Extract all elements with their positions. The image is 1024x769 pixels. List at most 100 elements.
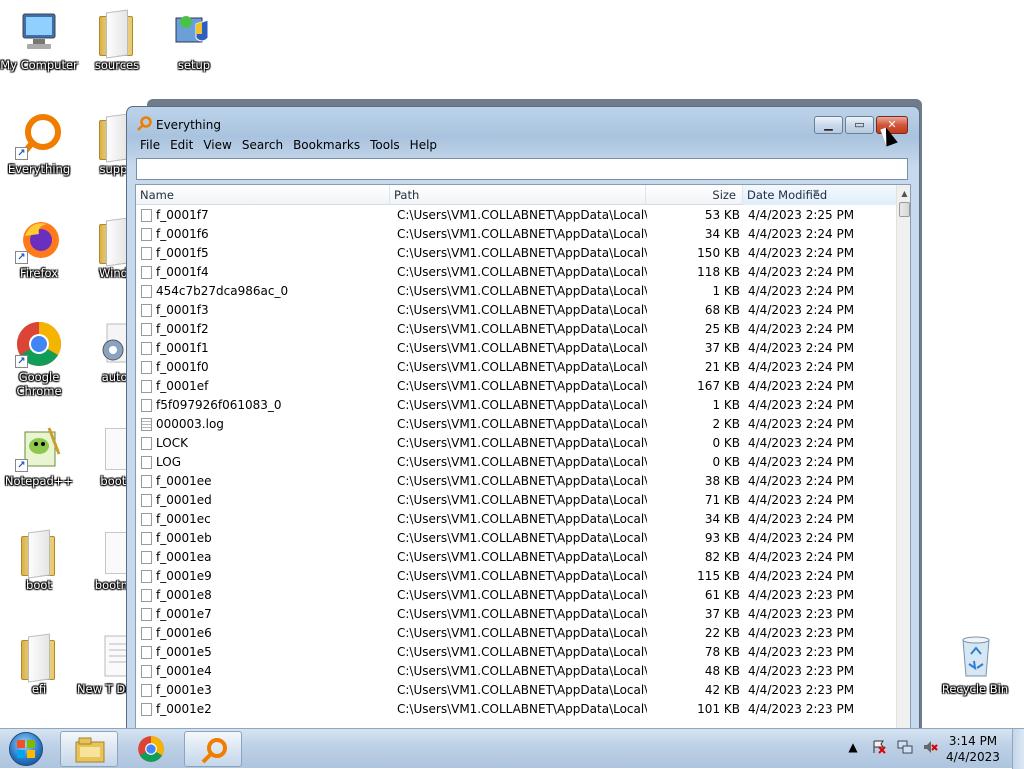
table-row[interactable]: f_0001ee C:\Users\VM1.COLLABNET\AppData\L… (136, 472, 896, 491)
table-row[interactable]: f_0001e4 C:\Users\VM1.COLLABNET\AppData\L… (136, 662, 896, 681)
minimize-button[interactable]: ▁ (814, 116, 843, 134)
setup-icon (170, 8, 218, 56)
folder-icon (15, 528, 63, 576)
row-size: 0 KB (712, 436, 740, 450)
scroll-up-icon[interactable]: ▲ (897, 185, 910, 202)
desktop-icon-label: setup (177, 58, 211, 72)
table-row[interactable]: 000003.log C:\Users\VM1.COLLABNET\AppData… (136, 415, 896, 434)
results-list[interactable]: Name Path Size Date Modified ▼ f_0001f7 C… (135, 184, 911, 731)
file-icon (141, 570, 152, 583)
start-button[interactable] (6, 731, 46, 767)
row-path: C:\Users\VM1.COLLABNET\AppData\Local\G..… (397, 512, 647, 526)
everything-window[interactable]: Everything ▁ ▭ ✕ File Edit View Search Bookm… (126, 106, 920, 731)
row-path: C:\Users\VM1.COLLABNET\AppData\Local\G..… (397, 360, 647, 374)
row-date-modified: 4/4/2023 2:24 PM (748, 531, 855, 545)
desktop-icon-notepadpp[interactable]: ↗ Notepad++ (0, 424, 81, 488)
table-row[interactable]: f_0001e9 C:\Users\VM1.COLLABNET\AppData\L… (136, 567, 896, 586)
row-path: C:\Users\VM1.COLLABNET\AppData\Local\G..… (397, 265, 647, 279)
desktop-icon-sources[interactable]: sources (75, 8, 159, 72)
taskbar-explorer-button[interactable] (60, 731, 118, 767)
desktop-icon-label: Firefox (19, 266, 59, 280)
desktop-icon-setup[interactable]: setup (152, 8, 236, 72)
menu-tools[interactable]: Tools (365, 136, 405, 154)
sort-descending-icon: ▼ (813, 188, 820, 197)
desktop-icon-recycle-bin[interactable]: Recycle Bin (933, 632, 1017, 696)
desktop-icon-efi[interactable]: efi (0, 632, 81, 696)
menu-view[interactable]: View (198, 136, 236, 154)
row-date-modified: 4/4/2023 2:24 PM (748, 379, 855, 393)
desktop-icon-my-computer[interactable]: My Computer (0, 8, 81, 72)
volume-muted-icon[interactable] (922, 739, 939, 755)
file-icon (141, 646, 152, 659)
taskbar-everything-button[interactable] (184, 731, 242, 767)
taskbar-clock[interactable]: 3:14 PM 4/4/2023 (940, 733, 1006, 765)
row-name: f_0001f5 (156, 246, 209, 260)
network-icon[interactable] (897, 739, 913, 755)
table-row[interactable]: f_0001f2 C:\Users\VM1.COLLABNET\AppData\L… (136, 320, 896, 339)
row-size: 1 KB (712, 284, 740, 298)
show-desktop-button[interactable] (1012, 729, 1024, 769)
row-size: 118 KB (697, 265, 740, 279)
row-name: f_0001ec (156, 512, 211, 526)
menu-search[interactable]: Search (237, 136, 288, 154)
taskbar-chrome-button[interactable] (122, 731, 180, 767)
row-date-modified: 4/4/2023 2:23 PM (748, 645, 855, 659)
chrome-icon (136, 735, 166, 763)
desktop-icon-boot[interactable]: boot (0, 528, 81, 592)
table-row[interactable]: 454c7b27dca986ac_0 C:\Users\VM1.COLLABNET… (136, 282, 896, 301)
action-center-icon[interactable] (871, 739, 887, 755)
maximize-button[interactable]: ▭ (845, 116, 874, 134)
table-row[interactable]: LOCK C:\Users\VM1.COLLABNET\AppData\Local… (136, 434, 896, 453)
row-date-modified: 4/4/2023 2:23 PM (748, 664, 855, 678)
table-row[interactable]: f_0001e5 C:\Users\VM1.COLLABNET\AppData\L… (136, 643, 896, 662)
notepadpp-icon: ↗ (15, 424, 63, 472)
vertical-scrollbar[interactable]: ▲ (896, 185, 910, 730)
scrollbar-thumb[interactable] (899, 202, 910, 217)
table-row[interactable]: f_0001f6 C:\Users\VM1.COLLABNET\AppData\L… (136, 225, 896, 244)
table-row[interactable]: f_0001ed C:\Users\VM1.COLLABNET\AppData\L… (136, 491, 896, 510)
column-header-size[interactable]: Size (646, 185, 743, 205)
table-row[interactable]: f_0001f7 C:\Users\VM1.COLLABNET\AppData\L… (136, 206, 896, 225)
table-row[interactable]: f_0001eb C:\Users\VM1.COLLABNET\AppData\L… (136, 529, 896, 548)
row-name: f_0001f4 (156, 265, 209, 279)
title-bar[interactable]: Everything ▁ ▭ ✕ (127, 107, 919, 137)
table-row[interactable]: f_0001f5 C:\Users\VM1.COLLABNET\AppData\L… (136, 244, 896, 263)
table-row[interactable]: f_0001e7 C:\Users\VM1.COLLABNET\AppData\L… (136, 605, 896, 624)
table-row[interactable]: f_0001e2 C:\Users\VM1.COLLABNET\AppData\L… (136, 700, 896, 719)
table-row[interactable]: f_0001ef C:\Users\VM1.COLLABNET\AppData\L… (136, 377, 896, 396)
table-row[interactable]: f_0001f3 C:\Users\VM1.COLLABNET\AppData\L… (136, 301, 896, 320)
desktop-icon-everything[interactable]: ↗ Everything (0, 112, 81, 176)
menu-edit[interactable]: Edit (165, 136, 198, 154)
search-input[interactable] (136, 158, 908, 180)
row-size: 61 KB (704, 588, 740, 602)
table-row[interactable]: f_0001ec C:\Users\VM1.COLLABNET\AppData\L… (136, 510, 896, 529)
table-row[interactable]: f_0001ea C:\Users\VM1.COLLABNET\AppData\L… (136, 548, 896, 567)
menu-bookmarks[interactable]: Bookmarks (288, 136, 365, 154)
table-row[interactable]: f_0001f4 C:\Users\VM1.COLLABNET\AppData\L… (136, 263, 896, 282)
shortcut-arrow-icon: ↗ (15, 355, 28, 368)
table-row[interactable]: f_0001e6 C:\Users\VM1.COLLABNET\AppData\L… (136, 624, 896, 643)
desktop-icon-google-chrome[interactable]: ↗ Google Chrome (0, 320, 81, 398)
table-row[interactable]: f5f097926f061083_0 C:\Users\VM1.COLLABNET… (136, 396, 896, 415)
row-path: C:\Users\VM1.COLLABNET\AppData\Local\G..… (397, 227, 647, 241)
table-row[interactable]: f_0001f1 C:\Users\VM1.COLLABNET\AppData\L… (136, 339, 896, 358)
row-date-modified: 4/4/2023 2:25 PM (748, 208, 855, 222)
table-row[interactable]: LOG C:\Users\VM1.COLLABNET\AppData\Local\… (136, 453, 896, 472)
show-hidden-icons-icon[interactable]: ▲ (845, 739, 861, 755)
column-header-path[interactable]: Path (390, 185, 646, 205)
menu-help[interactable]: Help (405, 136, 442, 154)
desktop-icon-label: Notepad++ (4, 474, 74, 488)
column-header-name[interactable]: Name (136, 185, 390, 205)
row-size: 34 KB (704, 227, 740, 241)
table-row[interactable]: f_0001e8 C:\Users\VM1.COLLABNET\AppData\L… (136, 586, 896, 605)
menu-file[interactable]: File (135, 136, 165, 154)
row-name: f_0001ea (156, 550, 212, 564)
row-path: C:\Users\VM1.COLLABNET\AppData\Local\G..… (397, 284, 647, 298)
row-date-modified: 4/4/2023 2:24 PM (748, 455, 855, 469)
desktop-icon-firefox[interactable]: ↗ Firefox (0, 216, 81, 280)
column-header-date-modified[interactable]: Date Modified ▼ (743, 185, 896, 205)
everything-icon (136, 116, 152, 132)
table-row[interactable]: f_0001f0 C:\Users\VM1.COLLABNET\AppData\L… (136, 358, 896, 377)
file-icon (141, 361, 152, 374)
table-row[interactable]: f_0001e3 C:\Users\VM1.COLLABNET\AppData\L… (136, 681, 896, 700)
